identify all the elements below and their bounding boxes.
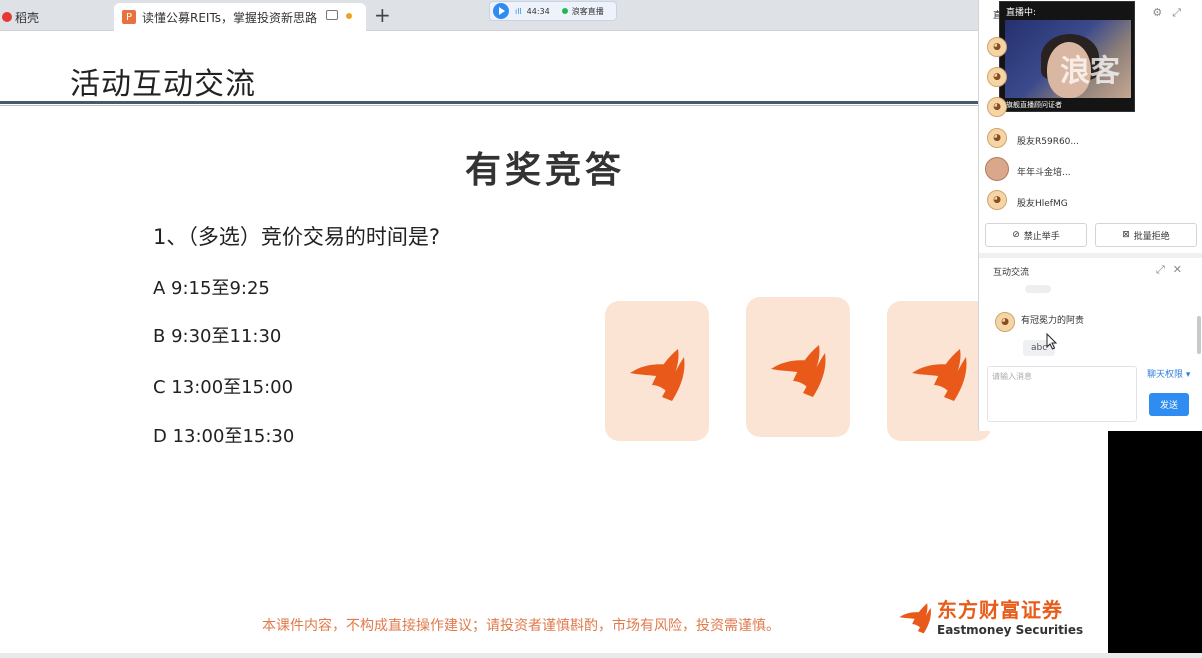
tab-label: 读懂公募REITs，掌握投资新思路 bbox=[142, 10, 318, 25]
viewer-name: 股友R59R60... bbox=[1017, 137, 1079, 147]
chat-message-user: 有冠冕力的阿贵 bbox=[1021, 316, 1085, 326]
video-caption: 旗舰直播顾问证者 bbox=[1006, 101, 1062, 109]
tab-presentation[interactable]: P 读懂公募REITs，掌握投资新思路 bbox=[114, 3, 366, 31]
title-divider bbox=[0, 101, 1000, 104]
live-indicator-icon bbox=[561, 8, 568, 14]
eastmoney-logo-icon bbox=[771, 345, 826, 397]
avatar: ◕ bbox=[995, 312, 1015, 332]
presentation-icon: P bbox=[122, 10, 136, 24]
panel-header-icons[interactable]: ⚙⤢ bbox=[1152, 6, 1191, 20]
title-divider-thin bbox=[0, 105, 1000, 106]
disclaimer-text: 本课件内容，不构成直接操作建议；请投资者谨慎斟酌，市场有风险，投资需谨慎。 bbox=[262, 618, 780, 634]
quiz-question: 1、（多选）竞价交易的时间是? bbox=[153, 225, 441, 249]
live-side-panel: 直 ⚙⤢ 直播中: 浪客 旗舰直播顾问证者 ◕ ◕ ◕ ◕ 股友R59R60..… bbox=[978, 0, 1202, 431]
viewer-name: 股友HlefMG bbox=[1017, 199, 1068, 209]
ban-icon: ⊘ bbox=[1012, 230, 1020, 240]
option-b: B 9:30至11:30 bbox=[153, 326, 282, 347]
button-label: 批量拒绝 bbox=[1133, 231, 1170, 242]
previous-message-bubble bbox=[1025, 285, 1051, 293]
mouse-cursor-icon bbox=[1046, 333, 1058, 350]
send-button[interactable]: 发送 bbox=[1149, 393, 1189, 416]
video-live-label: 直播中: bbox=[1006, 8, 1037, 18]
eastmoney-logo-icon bbox=[912, 349, 967, 401]
unsaved-dot-icon bbox=[346, 13, 352, 19]
avatar: ◕ bbox=[987, 190, 1007, 210]
live-timer: 44:34 bbox=[526, 6, 550, 16]
batch-reject-button[interactable]: ⊠ 批量拒绝 bbox=[1095, 223, 1197, 247]
signal-icon: ıll bbox=[515, 6, 522, 16]
presenter-video[interactable]: 直播中: 浪客 旗舰直播顾问证者 bbox=[999, 1, 1135, 112]
option-a: A 9:15至9:25 bbox=[153, 278, 270, 299]
black-margin bbox=[1108, 431, 1202, 653]
tab-docer[interactable]: 稻壳 bbox=[0, 3, 110, 31]
screen-share-icon[interactable] bbox=[326, 10, 338, 20]
reject-icon: ⊠ bbox=[1122, 230, 1130, 240]
chat-header-icons[interactable]: ⤢✕ bbox=[1156, 263, 1190, 277]
presentation-slide: 活动互动交流 有奖竞答 1、（多选）竞价交易的时间是? A 9:15至9:25 … bbox=[0, 31, 1108, 653]
company-logo: 东方财富证券 Eastmoney Securities bbox=[897, 594, 1083, 637]
ban-raise-hand-button[interactable]: ⊘ 禁止举手 bbox=[985, 223, 1087, 247]
quiz-heading: 有奖竞答 bbox=[464, 150, 625, 191]
avatar: ◕ bbox=[987, 97, 1007, 117]
new-tab-button[interactable]: + bbox=[374, 3, 391, 27]
button-label: 禁止举手 bbox=[1023, 231, 1060, 242]
option-d: D 13:00至15:30 bbox=[153, 426, 295, 447]
live-status-label: 浪客直播 bbox=[571, 6, 604, 16]
logo-chinese-text: 东方财富证券 bbox=[937, 598, 1063, 622]
panel-separator bbox=[979, 253, 1202, 258]
option-c: C 13:00至15:00 bbox=[153, 377, 294, 398]
avatar: ◕ bbox=[987, 67, 1007, 87]
viewer-name: 年年斗金培... bbox=[1017, 168, 1071, 178]
eastmoney-logo-icon bbox=[899, 602, 931, 633]
prize-card-3 bbox=[887, 301, 991, 441]
docer-logo-icon bbox=[2, 12, 12, 22]
prize-card-1 bbox=[605, 301, 709, 441]
chat-scrollbar[interactable] bbox=[1197, 316, 1201, 354]
video-watermark: 浪客 bbox=[1060, 54, 1120, 89]
avatar: ◕ bbox=[987, 128, 1007, 148]
logo-english-text: Eastmoney Securities bbox=[937, 623, 1084, 637]
prize-card-2 bbox=[746, 297, 850, 437]
tab-label: 稻壳 bbox=[15, 10, 40, 25]
eastmoney-logo-icon bbox=[630, 349, 685, 401]
chat-title: 互动交流 bbox=[993, 268, 1030, 278]
chat-input[interactable]: 请输入消息 bbox=[987, 366, 1137, 422]
slide-title: 活动互动交流 bbox=[70, 67, 256, 102]
play-icon[interactable] bbox=[493, 3, 509, 19]
live-status-bar[interactable]: ıll 44:34 浪客直播 bbox=[489, 1, 617, 21]
chat-permission-dropdown[interactable]: 聊天权限 ▾ bbox=[1147, 367, 1190, 380]
avatar: ◕ bbox=[987, 37, 1007, 57]
avatar bbox=[985, 157, 1009, 181]
bottom-edge bbox=[0, 653, 1202, 658]
